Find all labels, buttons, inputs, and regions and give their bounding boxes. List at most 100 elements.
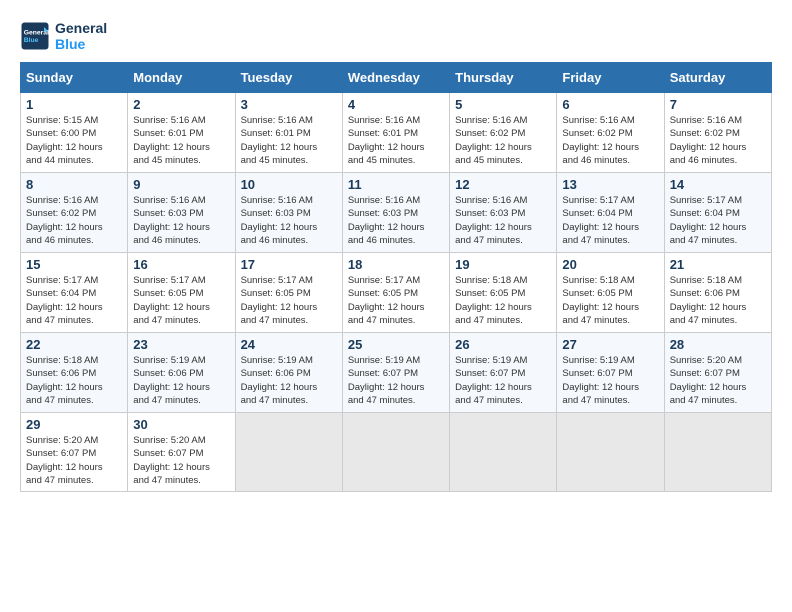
day-number: 29: [26, 417, 122, 432]
day-info: Sunrise: 5:16 AMSunset: 6:03 PMDaylight:…: [455, 194, 551, 247]
calendar-cell: 14 Sunrise: 5:17 AMSunset: 6:04 PMDayligh…: [664, 173, 771, 253]
calendar-cell: 4Sunrise: 5:16 AMSunset: 6:01 PMDaylight…: [342, 93, 449, 173]
day-number: 17: [241, 257, 337, 272]
weekday-header-saturday: Saturday: [664, 63, 771, 93]
day-number: 14: [670, 177, 766, 192]
calendar-cell: 24 Sunrise: 5:19 AMSunset: 6:06 PMDayligh…: [235, 333, 342, 413]
calendar-cell: 15Sunrise: 5:17 AMSunset: 6:04 PMDayligh…: [21, 253, 128, 333]
day-number: 20: [562, 257, 658, 272]
day-number: 18: [348, 257, 444, 272]
day-number: 11: [348, 177, 444, 192]
day-info: Sunrise: 5:16 AMSunset: 6:03 PMDaylight:…: [241, 194, 337, 247]
calendar-cell: 12 Sunrise: 5:16 AMSunset: 6:03 PMDayligh…: [450, 173, 557, 253]
calendar-cell: 27 Sunrise: 5:19 AMSunset: 6:07 PMDayligh…: [557, 333, 664, 413]
day-info: Sunrise: 5:16 AMSunset: 6:02 PMDaylight:…: [670, 114, 766, 167]
calendar-table: SundayMondayTuesdayWednesdayThursdayFrid…: [20, 62, 772, 492]
calendar-cell: 6 Sunrise: 5:16 AMSunset: 6:02 PMDaylight…: [557, 93, 664, 173]
day-number: 1: [26, 97, 122, 112]
day-info: Sunrise: 5:19 AMSunset: 6:07 PMDaylight:…: [455, 354, 551, 407]
day-info: Sunrise: 5:16 AMSunset: 6:02 PMDaylight:…: [26, 194, 122, 247]
week-row-1: 8 Sunrise: 5:16 AMSunset: 6:02 PMDaylight…: [21, 173, 772, 253]
day-info: Sunrise: 5:16 AMSunset: 6:01 PMDaylight:…: [133, 114, 229, 167]
day-number: 26: [455, 337, 551, 352]
day-number: 7: [670, 97, 766, 112]
day-number: 8: [26, 177, 122, 192]
calendar-cell: 18Sunrise: 5:17 AMSunset: 6:05 PMDayligh…: [342, 253, 449, 333]
day-info: Sunrise: 5:19 AMSunset: 6:07 PMDaylight:…: [348, 354, 444, 407]
day-info: Sunrise: 5:18 AMSunset: 6:06 PMDaylight:…: [26, 354, 122, 407]
logo-text-line2: Blue: [55, 36, 107, 52]
calendar-body: 1 Sunrise: 5:15 AMSunset: 6:00 PMDaylight…: [21, 93, 772, 492]
day-number: 13: [562, 177, 658, 192]
day-number: 12: [455, 177, 551, 192]
calendar-cell: 3 Sunrise: 5:16 AMSunset: 6:01 PMDaylight…: [235, 93, 342, 173]
weekday-header-sunday: Sunday: [21, 63, 128, 93]
weekday-header-tuesday: Tuesday: [235, 63, 342, 93]
day-info: Sunrise: 5:17 AMSunset: 6:05 PMDaylight:…: [133, 274, 229, 327]
day-info: Sunrise: 5:16 AMSunset: 6:02 PMDaylight:…: [455, 114, 551, 167]
calendar-cell: 13 Sunrise: 5:17 AMSunset: 6:04 PMDayligh…: [557, 173, 664, 253]
day-info: Sunrise: 5:16 AMSunset: 6:01 PMDaylight:…: [241, 114, 337, 167]
header: General Blue General Blue: [20, 20, 772, 52]
weekday-header-wednesday: Wednesday: [342, 63, 449, 93]
day-number: 15: [26, 257, 122, 272]
calendar-cell: 16 Sunrise: 5:17 AMSunset: 6:05 PMDayligh…: [128, 253, 235, 333]
day-info: Sunrise: 5:16 AMSunset: 6:03 PMDaylight:…: [348, 194, 444, 247]
logo-text-line1: General: [55, 20, 107, 36]
day-number: 22: [26, 337, 122, 352]
calendar-cell: 26 Sunrise: 5:19 AMSunset: 6:07 PMDayligh…: [450, 333, 557, 413]
day-info: Sunrise: 5:19 AMSunset: 6:06 PMDaylight:…: [133, 354, 229, 407]
day-number: 4: [348, 97, 444, 112]
week-row-0: 1 Sunrise: 5:15 AMSunset: 6:00 PMDaylight…: [21, 93, 772, 173]
calendar-cell: 8 Sunrise: 5:16 AMSunset: 6:02 PMDaylight…: [21, 173, 128, 253]
day-number: 19: [455, 257, 551, 272]
calendar-cell: 23 Sunrise: 5:19 AMSunset: 6:06 PMDayligh…: [128, 333, 235, 413]
day-number: 6: [562, 97, 658, 112]
weekday-header-thursday: Thursday: [450, 63, 557, 93]
day-info: Sunrise: 5:19 AMSunset: 6:06 PMDaylight:…: [241, 354, 337, 407]
day-info: Sunrise: 5:17 AMSunset: 6:05 PMDaylight:…: [241, 274, 337, 327]
day-number: 16: [133, 257, 229, 272]
day-number: 28: [670, 337, 766, 352]
day-info: Sunrise: 5:16 AMSunset: 6:02 PMDaylight:…: [562, 114, 658, 167]
calendar-cell: [664, 413, 771, 492]
day-info: Sunrise: 5:18 AMSunset: 6:06 PMDaylight:…: [670, 274, 766, 327]
day-number: 21: [670, 257, 766, 272]
calendar-cell: [450, 413, 557, 492]
calendar-cell: 19 Sunrise: 5:18 AMSunset: 6:05 PMDayligh…: [450, 253, 557, 333]
logo: General Blue General Blue: [20, 20, 107, 52]
svg-text:Blue: Blue: [24, 37, 39, 44]
calendar-cell: 11 Sunrise: 5:16 AMSunset: 6:03 PMDayligh…: [342, 173, 449, 253]
logo-icon: General Blue: [20, 21, 50, 51]
day-number: 23: [133, 337, 229, 352]
calendar-cell: 17 Sunrise: 5:17 AMSunset: 6:05 PMDayligh…: [235, 253, 342, 333]
week-row-3: 22 Sunrise: 5:18 AMSunset: 6:06 PMDayligh…: [21, 333, 772, 413]
calendar-cell: 25 Sunrise: 5:19 AMSunset: 6:07 PMDayligh…: [342, 333, 449, 413]
day-number: 2: [133, 97, 229, 112]
calendar-cell: 22 Sunrise: 5:18 AMSunset: 6:06 PMDayligh…: [21, 333, 128, 413]
day-info: Sunrise: 5:18 AMSunset: 6:05 PMDaylight:…: [455, 274, 551, 327]
weekday-header-row: SundayMondayTuesdayWednesdayThursdayFrid…: [21, 63, 772, 93]
day-info: Sunrise: 5:19 AMSunset: 6:07 PMDaylight:…: [562, 354, 658, 407]
weekday-header-monday: Monday: [128, 63, 235, 93]
calendar-cell: 9Sunrise: 5:16 AMSunset: 6:03 PMDaylight…: [128, 173, 235, 253]
day-number: 9: [133, 177, 229, 192]
week-row-2: 15Sunrise: 5:17 AMSunset: 6:04 PMDayligh…: [21, 253, 772, 333]
calendar-cell: [342, 413, 449, 492]
day-number: 3: [241, 97, 337, 112]
day-info: Sunrise: 5:17 AMSunset: 6:04 PMDaylight:…: [562, 194, 658, 247]
day-info: Sunrise: 5:17 AMSunset: 6:04 PMDaylight:…: [670, 194, 766, 247]
day-number: 5: [455, 97, 551, 112]
day-number: 30: [133, 417, 229, 432]
week-row-4: 29 Sunrise: 5:20 AMSunset: 6:07 PMDayligh…: [21, 413, 772, 492]
day-info: Sunrise: 5:15 AMSunset: 6:00 PMDaylight:…: [26, 114, 122, 167]
day-number: 27: [562, 337, 658, 352]
day-number: 25: [348, 337, 444, 352]
day-number: 24: [241, 337, 337, 352]
day-info: Sunrise: 5:20 AMSunset: 6:07 PMDaylight:…: [26, 434, 122, 487]
calendar-cell: 21 Sunrise: 5:18 AMSunset: 6:06 PMDayligh…: [664, 253, 771, 333]
calendar-cell: 1 Sunrise: 5:15 AMSunset: 6:00 PMDaylight…: [21, 93, 128, 173]
day-info: Sunrise: 5:20 AMSunset: 6:07 PMDaylight:…: [670, 354, 766, 407]
day-info: Sunrise: 5:18 AMSunset: 6:05 PMDaylight:…: [562, 274, 658, 327]
calendar-cell: 10Sunrise: 5:16 AMSunset: 6:03 PMDayligh…: [235, 173, 342, 253]
